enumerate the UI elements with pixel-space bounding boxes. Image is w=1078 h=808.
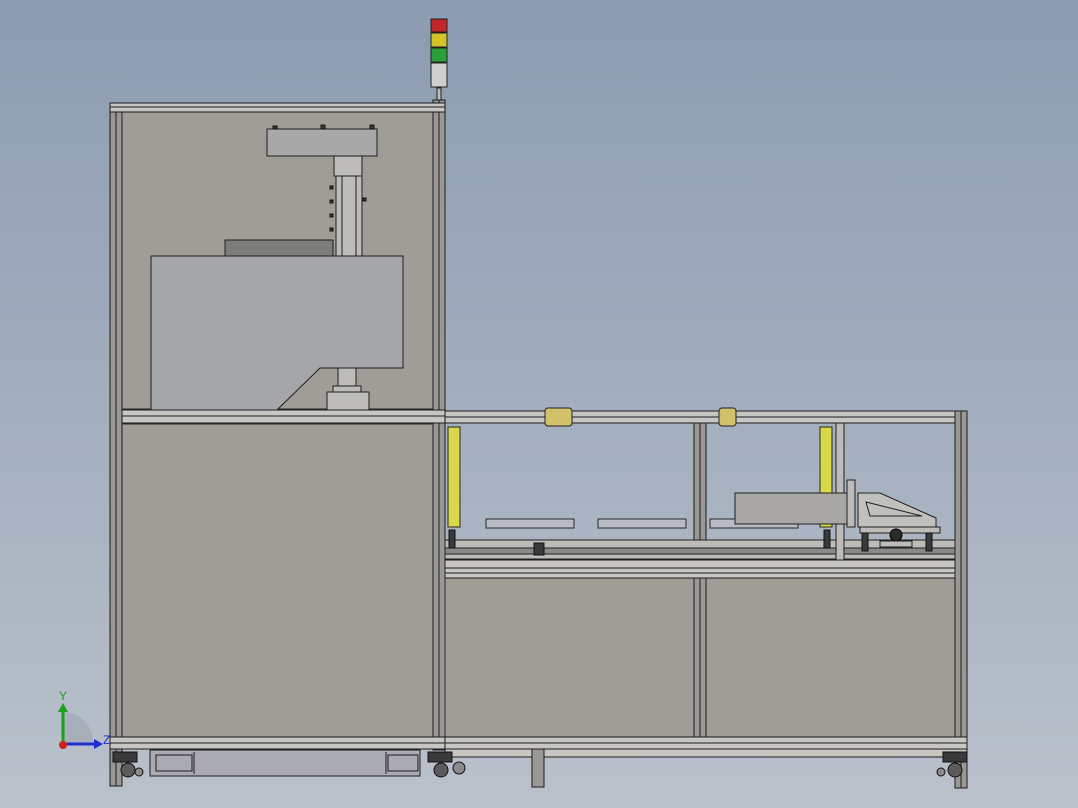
press-cylinder-head — [333, 155, 363, 177]
base-stretcher — [444, 748, 968, 758]
stack-light-buzzer — [430, 62, 448, 88]
top-hinge-1 — [544, 407, 573, 427]
stack-light-yellow-lamp — [430, 32, 448, 48]
press-carriage — [224, 239, 334, 258]
top-hinge-2 — [718, 407, 737, 427]
fixture-tray-1 — [485, 518, 575, 529]
right-lower-panel-2 — [705, 577, 957, 738]
left-cabinet[interactable] — [109, 99, 446, 787]
right-cabinet[interactable] — [444, 407, 968, 789]
y-axis-label: Y — [59, 689, 67, 703]
drawer-tray — [149, 749, 421, 777]
press-ram — [337, 367, 357, 389]
stack-light-pole — [436, 87, 442, 101]
stack-light[interactable] — [430, 18, 448, 101]
base-drawer[interactable] — [149, 749, 421, 777]
stack-light-green-lamp — [430, 47, 448, 63]
conveyor-track — [444, 539, 956, 549]
z-axis-label: Z — [103, 733, 110, 747]
press-die — [326, 391, 370, 411]
light-curtains — [447, 422, 845, 561]
triad-origin — [59, 741, 67, 749]
table-rail-upper — [444, 559, 956, 569]
curtain-bracket — [835, 422, 845, 561]
press-guide-column — [335, 175, 363, 257]
coordinate-triad: Y Z — [58, 689, 110, 749]
cad-viewport[interactable]: Y Z — [0, 0, 1078, 808]
light-curtain-left — [447, 426, 461, 528]
machine-drawing: Y Z — [58, 18, 968, 789]
fixture-tray-2 — [597, 518, 687, 529]
gripper-housing — [734, 492, 849, 525]
press-top-plate — [266, 128, 378, 157]
base-leg — [531, 748, 545, 788]
y-axis-head — [58, 703, 68, 712]
right-lower-panel-1 — [444, 577, 696, 738]
left-lower-panel — [121, 423, 435, 738]
stack-light-red-lamp — [430, 18, 448, 33]
z-axis-head — [94, 739, 103, 749]
